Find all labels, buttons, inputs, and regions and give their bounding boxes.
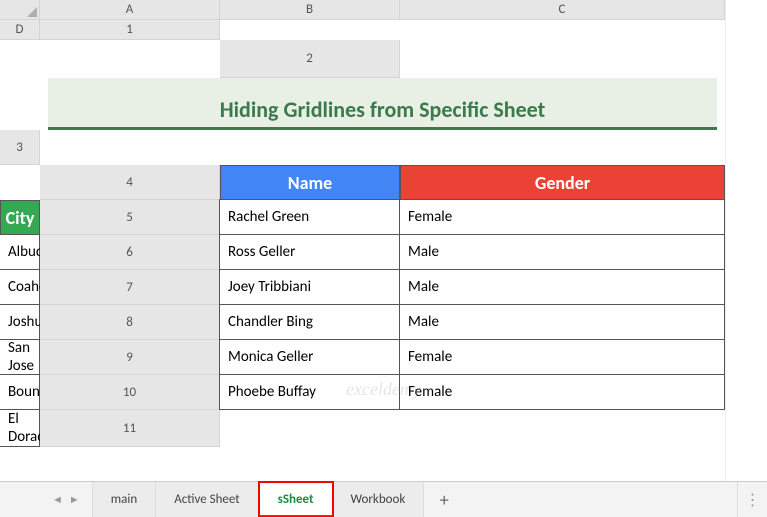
column-header[interactable]: B xyxy=(220,0,400,20)
cell-name[interactable]: Rachel Green xyxy=(219,199,400,235)
page-title: Hiding Gridlines from Specific Sheet xyxy=(48,78,717,130)
cell-name[interactable]: Ross Geller xyxy=(219,234,400,270)
tab-prev-icon[interactable]: ◄ xyxy=(52,493,63,506)
sheet-tab[interactable]: Active Sheet xyxy=(156,482,258,517)
row-header[interactable]: 2 xyxy=(220,40,400,78)
cell-city[interactable]: Bountiful xyxy=(0,374,40,410)
cell-city[interactable]: El Dorado xyxy=(0,409,40,447)
empty-cell[interactable] xyxy=(400,20,725,40)
empty-cell[interactable] xyxy=(220,410,400,447)
empty-cell[interactable] xyxy=(0,40,40,78)
empty-cell[interactable] xyxy=(400,130,725,165)
table-header-gender: Gender xyxy=(400,165,725,200)
table-header-city: City xyxy=(0,200,40,235)
cell-gender[interactable]: Male xyxy=(399,234,725,270)
spreadsheet-grid: ABC D12Hiding Gridlines from Specific She… xyxy=(0,0,767,447)
row-header[interactable]: 6 xyxy=(40,235,220,270)
row-header[interactable]: 4 xyxy=(40,165,220,200)
sheet-tab-bar: ◄ ► mainActive SheetsSheetWorkbook + ⋮ xyxy=(0,481,767,517)
tab-next-icon[interactable]: ► xyxy=(69,493,80,506)
empty-cell[interactable] xyxy=(220,20,400,40)
cell-city[interactable]: Coahoma xyxy=(0,269,40,305)
sheet-tab[interactable]: Workbook xyxy=(333,482,425,517)
empty-cell[interactable] xyxy=(40,130,220,165)
table-header-name: Name xyxy=(220,165,400,200)
row-header[interactable]: 11 xyxy=(40,410,220,447)
cell-gender[interactable]: Female xyxy=(399,339,725,375)
column-header[interactable]: A xyxy=(40,0,220,20)
row-header[interactable]: 1 xyxy=(40,20,220,40)
empty-cell[interactable] xyxy=(220,130,400,165)
empty-cell[interactable] xyxy=(400,410,725,447)
row-header[interactable]: 8 xyxy=(40,305,220,340)
add-sheet-button[interactable]: + xyxy=(424,482,464,517)
cell-city[interactable]: San Jose xyxy=(0,339,40,375)
cell-city[interactable]: Albuquerque xyxy=(0,234,40,270)
select-all-cell[interactable] xyxy=(0,0,40,20)
cell-name[interactable]: Chandler Bing xyxy=(219,304,400,340)
vertical-scroll-area[interactable] xyxy=(725,0,767,481)
row-header[interactable]: 9 xyxy=(40,340,220,375)
cell-gender[interactable]: Female xyxy=(399,199,725,235)
column-header[interactable]: D xyxy=(0,20,40,40)
cell-name[interactable]: Monica Geller xyxy=(219,339,400,375)
cell-gender[interactable]: Male xyxy=(399,269,725,305)
cell-name[interactable]: Joey Tribbiani xyxy=(219,269,400,305)
sheet-tab[interactable]: main xyxy=(93,482,156,517)
row-header[interactable]: 5 xyxy=(40,200,220,235)
empty-cell[interactable] xyxy=(40,40,220,78)
row-header[interactable]: 10 xyxy=(40,375,220,410)
cell-name[interactable]: Phoebe Buffay xyxy=(219,374,400,410)
cell-gender[interactable]: Female xyxy=(399,374,725,410)
row-header[interactable]: 7 xyxy=(40,270,220,305)
cell-city[interactable]: Joshua xyxy=(0,304,40,340)
empty-cell[interactable] xyxy=(0,165,40,200)
row-header[interactable]: 3 xyxy=(0,130,40,165)
sheet-tab[interactable]: sSheet xyxy=(259,482,333,517)
tab-menu-icon[interactable]: ⋮ xyxy=(737,482,767,517)
cell-gender[interactable]: Male xyxy=(399,304,725,340)
tab-nav-arrows: ◄ ► xyxy=(40,482,93,517)
column-header[interactable]: C xyxy=(400,0,725,20)
